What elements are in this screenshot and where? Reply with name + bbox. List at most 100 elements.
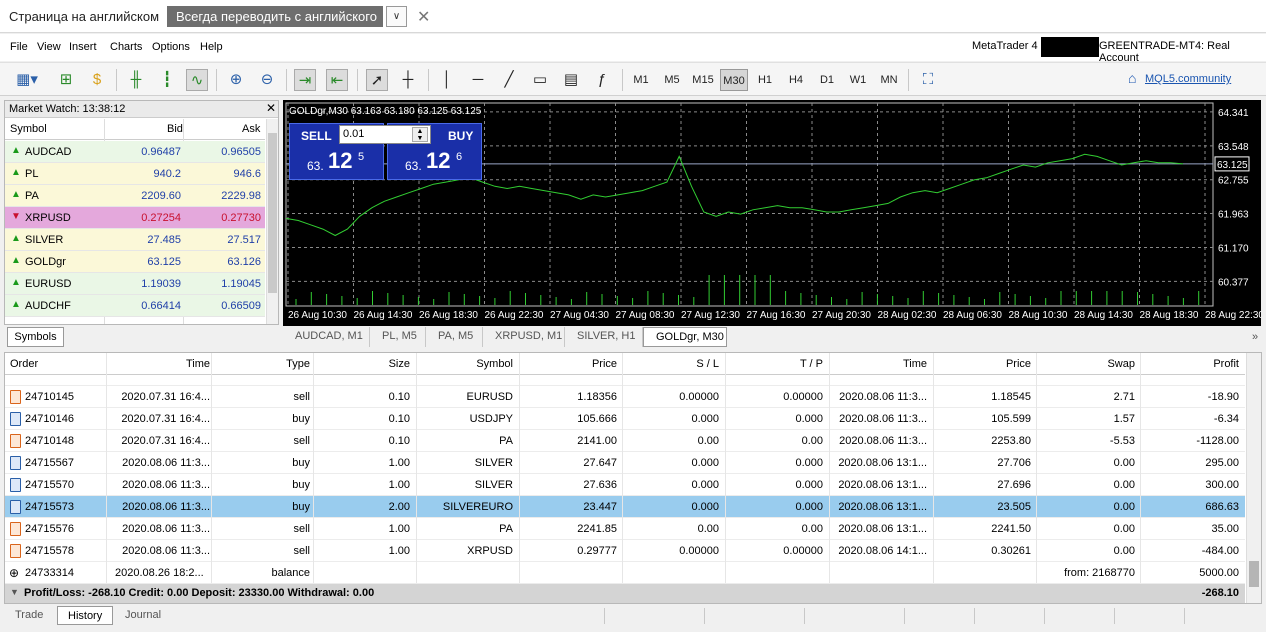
timeframe-mn[interactable]: MN	[875, 69, 903, 91]
history-row[interactable]: 24715570 2020.08.06 11:3... buy 1.00 SILVER 2…	[5, 474, 1245, 496]
menu-options[interactable]: Options	[152, 41, 190, 53]
vertical-line-icon[interactable]: │	[436, 69, 458, 91]
bar-chart-icon[interactable]: ╫	[125, 69, 147, 91]
tab-symbols[interactable]: Symbols	[7, 327, 64, 347]
mw-col-ask[interactable]: Ask	[242, 123, 260, 135]
mw-col-symbol[interactable]: Symbol	[10, 123, 47, 135]
market-watch-icon[interactable]: $	[86, 69, 108, 91]
close-price: 0.30261	[991, 545, 1031, 557]
timeframe-m15[interactable]: M15	[689, 69, 717, 91]
crosshair-icon[interactable]: ┼	[397, 69, 419, 91]
history-row[interactable]: 24710145 2020.07.31 16:4... sell 0.10 EURUSD…	[5, 386, 1245, 408]
timeframe-m5[interactable]: M5	[658, 69, 686, 91]
take-profit: 0.000	[795, 479, 823, 491]
history-row[interactable]: 24710148 2020.07.31 16:4... sell 0.10 PA 2141…	[5, 430, 1245, 452]
market-watch-row[interactable]: ▲ EURUSD 1.19039 1.19045	[5, 273, 265, 295]
order-id: 24715567	[25, 457, 74, 469]
x-tick-label: 27 Aug 04:30	[550, 310, 609, 321]
col-time[interactable]: Time	[186, 358, 210, 370]
col-type[interactable]: Type	[286, 358, 310, 370]
tab-history[interactable]: History	[57, 606, 114, 625]
menu-charts[interactable]: Charts	[110, 41, 142, 53]
timeframe-h4[interactable]: H4	[782, 69, 810, 91]
timeframe-m30[interactable]: M30	[720, 69, 748, 91]
trade-symbol: EURUSD	[466, 391, 513, 403]
menu-insert[interactable]: Insert	[69, 41, 97, 53]
close-time: 2020.08.06 11:3...	[839, 413, 927, 425]
col-close-price[interactable]: Price	[1006, 358, 1031, 370]
col-tp[interactable]: T / P	[800, 358, 823, 370]
line-chart-icon[interactable]: ∿	[186, 69, 208, 91]
menu-view[interactable]: View	[37, 41, 61, 53]
chart-tab-pl[interactable]: PL, M5	[370, 327, 426, 347]
market-watch-row[interactable]: ▼ XRPUSD 0.27254 0.27730	[5, 207, 265, 229]
translate-options-chevron-icon[interactable]: ∨	[386, 6, 407, 27]
mql5-community-link[interactable]: MQL5.community	[1145, 73, 1231, 85]
fullscreen-icon[interactable]: ⛶	[917, 69, 939, 91]
tab-trade[interactable]: Trade	[15, 606, 43, 625]
chart-tabs-more-icon[interactable]: »	[1252, 331, 1258, 343]
chart-shift-icon[interactable]: ⇤	[326, 69, 348, 91]
chart-tab-pa[interactable]: PA, M5	[426, 327, 483, 347]
col-symbol[interactable]: Symbol	[476, 358, 513, 370]
market-watch-row[interactable]: ▲ GOLDgr 63.125 63.126	[5, 251, 265, 273]
mw-symbol: PA	[25, 190, 39, 202]
timeframe-w1[interactable]: W1	[844, 69, 872, 91]
stop-loss: 0.00000	[679, 391, 719, 403]
market-watch-scrollbar[interactable]	[266, 119, 278, 324]
history-row[interactable]: 24715578 2020.08.06 11:3... sell 1.00 XRPUSD…	[5, 540, 1245, 562]
tab-journal[interactable]: Journal	[125, 606, 161, 625]
col-size[interactable]: Size	[389, 358, 410, 370]
history-scroll-thumb[interactable]	[1249, 561, 1259, 587]
market-watch-scroll-thumb[interactable]	[268, 133, 277, 293]
timeframe-h1[interactable]: H1	[751, 69, 779, 91]
text-label-icon[interactable]: ▭	[529, 69, 551, 91]
trendline-icon[interactable]: ╱	[498, 69, 520, 91]
cursor-icon[interactable]: ➚	[366, 69, 388, 91]
col-sl[interactable]: S / L	[696, 358, 719, 370]
lot-size-input[interactable]: 0.01 ▲ ▼	[339, 125, 431, 144]
summary-collapse-icon[interactable]: ▼	[10, 587, 19, 597]
auto-scroll-icon[interactable]: ⇥	[294, 69, 316, 91]
timeframe-d1[interactable]: D1	[813, 69, 841, 91]
market-watch-row[interactable]: ▲ PA 2209.60 2229.98	[5, 185, 265, 207]
swap: 0.00	[1113, 545, 1135, 557]
history-scrollbar[interactable]	[1246, 353, 1261, 603]
col-profit[interactable]: Profit	[1213, 358, 1239, 370]
history-balance-row[interactable]: ⊕ 24733314 2020.08.26 18:2... balance from: …	[5, 562, 1245, 584]
new-chart-icon[interactable]: ▦▾	[10, 69, 44, 91]
history-row[interactable]: 24715567 2020.08.06 11:3... buy 1.00 SILVER 2…	[5, 452, 1245, 474]
mw-col-bid[interactable]: Bid	[167, 123, 183, 135]
chart-tab-goldgr[interactable]: GOLDgr, M30	[643, 327, 727, 347]
chart-tab-silver[interactable]: SILVER, H1	[565, 327, 643, 347]
chart-tab-xrpusd[interactable]: XRPUSD, M1	[483, 327, 565, 347]
profiles-icon[interactable]: ⊞	[55, 69, 77, 91]
translate-close-icon[interactable]: ✕	[417, 7, 430, 27]
zoom-in-icon[interactable]: ⊕	[225, 69, 247, 91]
mql5-community-icon[interactable]: ⌂	[1128, 70, 1144, 88]
fibonacci-icon[interactable]: ▤	[560, 69, 582, 91]
menu-file[interactable]: File	[10, 41, 28, 53]
history-row[interactable]: 24715576 2020.08.06 11:3... sell 1.00 PA 2241…	[5, 518, 1245, 540]
history-row[interactable]: 24710146 2020.07.31 16:4... buy 0.10 USDJPY 1…	[5, 408, 1245, 430]
indicators-icon[interactable]: ƒ	[591, 69, 613, 91]
close-price: 27.696	[997, 479, 1031, 491]
candlestick-chart-icon[interactable]: ┇	[156, 69, 178, 91]
market-watch-row[interactable]: ▲ AUDCAD 0.96487 0.96505	[5, 141, 265, 163]
history-row[interactable]: 24715573 2020.08.06 11:3... buy 2.00 SILVERE…	[5, 496, 1245, 518]
timeframe-m1[interactable]: M1	[627, 69, 655, 91]
col-order[interactable]: Order	[10, 358, 38, 370]
market-watch-row[interactable]: ▲ PL 940.2 946.6	[5, 163, 265, 185]
chart-tab-audcad[interactable]: AUDCAD, M1	[283, 327, 370, 347]
lot-spinner-icon[interactable]: ▲ ▼	[412, 127, 428, 142]
always-translate-button[interactable]: Всегда переводить с английского	[167, 6, 383, 27]
col-swap[interactable]: Swap	[1107, 358, 1135, 370]
market-watch-row[interactable]: ▲ AUDCHF 0.66414 0.66509	[5, 295, 265, 317]
market-watch-close-icon[interactable]: ✕	[266, 101, 276, 115]
market-watch-row[interactable]: ▲ SILVER 27.485 27.517	[5, 229, 265, 251]
col-close-time[interactable]: Time	[903, 358, 927, 370]
col-price[interactable]: Price	[592, 358, 617, 370]
menu-help[interactable]: Help	[200, 41, 223, 53]
zoom-out-icon[interactable]: ⊖	[256, 69, 278, 91]
horizontal-line-icon[interactable]: ─	[467, 69, 489, 91]
